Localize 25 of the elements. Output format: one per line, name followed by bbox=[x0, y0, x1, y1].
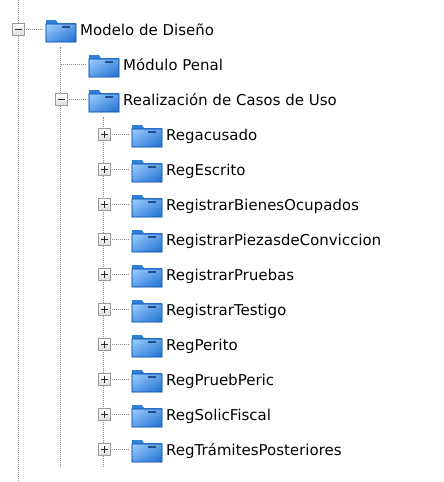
expand-icon[interactable] bbox=[98, 443, 111, 456]
expand-icon[interactable] bbox=[98, 198, 111, 211]
tree-item-label[interactable]: RegistrarPiezasdeConviccion bbox=[166, 230, 382, 248]
expand-icon[interactable] bbox=[98, 163, 111, 176]
tree-item-label[interactable]: RegEscrito bbox=[166, 160, 246, 178]
tree-item-label[interactable]: Modelo de Diseño bbox=[80, 20, 214, 38]
tree-item-label[interactable]: RegistrarBienesOcupados bbox=[166, 196, 359, 214]
tree-item-label[interactable]: RegPruebPeric bbox=[166, 370, 274, 388]
tree-item-label[interactable]: Módulo Penal bbox=[123, 56, 223, 74]
collapse-icon[interactable] bbox=[12, 23, 25, 36]
expand-icon[interactable] bbox=[98, 338, 111, 351]
expand-icon[interactable] bbox=[98, 233, 111, 246]
tree-item-label[interactable]: RegistrarTestigo bbox=[166, 300, 286, 318]
expand-icon[interactable] bbox=[98, 268, 111, 281]
tree-item-label[interactable]: RegPerito bbox=[166, 336, 238, 354]
tree-item-label[interactable]: RegistrarPruebas bbox=[166, 266, 294, 284]
expand-icon[interactable] bbox=[98, 408, 111, 421]
expand-icon[interactable] bbox=[98, 303, 111, 316]
tree-item-label[interactable]: RegTrámitesPosteriores bbox=[166, 440, 342, 458]
expand-icon[interactable] bbox=[98, 128, 111, 141]
collapse-icon[interactable] bbox=[55, 93, 68, 106]
tree-item-label[interactable]: Regacusado bbox=[166, 126, 258, 144]
tree-item-label[interactable]: Realización de Casos de Uso bbox=[123, 90, 337, 108]
tree-item-label[interactable]: RegSolicFiscal bbox=[166, 406, 271, 424]
expand-icon[interactable] bbox=[98, 373, 111, 386]
